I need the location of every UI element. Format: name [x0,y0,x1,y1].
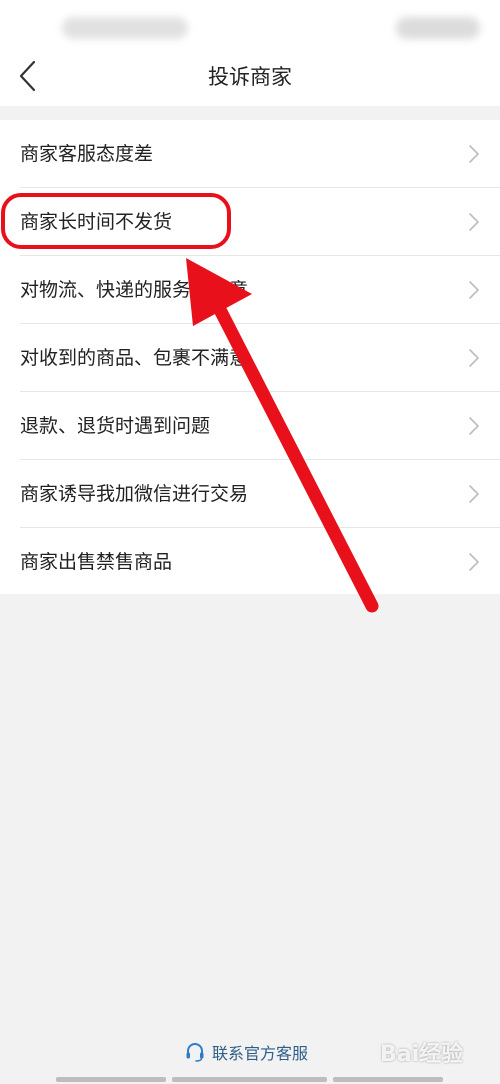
contact-customer-service-link[interactable]: 联系官方客服 [184,1038,308,1066]
home-indicator-segment [172,1077,327,1082]
chevron-right-icon [469,145,479,163]
complaint-options-list: 商家客服态度差 商家长时间不发货 对物流、快递的服务不满意 对收到的商品、包裹不… [0,120,500,594]
chevron-right-icon [469,281,479,299]
back-button[interactable] [12,56,52,96]
status-bar-blurred-right [396,17,480,39]
list-item-label: 商家出售禁售商品 [20,551,173,573]
list-item-prohibited-goods[interactable]: 商家出售禁售商品 [0,528,500,596]
navigation-bar: 投诉商家 [0,48,500,106]
list-item-label: 对物流、快递的服务不满意 [20,279,249,301]
list-item-label: 退款、退货时遇到问题 [20,415,211,437]
watermark: Bai经验 [380,1030,500,1070]
page-title: 投诉商家 [208,65,292,89]
list-item-delayed-shipping[interactable]: 商家长时间不发货 [0,188,500,256]
watermark-text: Bai经验 [380,1042,464,1067]
list-item-logistics-unsatisfied[interactable]: 对物流、快递的服务不满意 [0,256,500,324]
list-item-rude-service[interactable]: 商家客服态度差 [0,120,500,188]
list-item-label: 对收到的商品、包裹不满意 [20,347,249,369]
home-indicator-segment [333,1077,443,1082]
status-bar [0,0,500,48]
list-item-label: 商家长时间不发货 [20,211,173,233]
status-bar-blurred-left [62,17,188,39]
headset-icon [186,1043,204,1062]
list-item-wechat-inducement[interactable]: 商家诱导我加微信进行交易 [0,460,500,528]
chevron-right-icon [469,213,479,231]
chevron-left-icon [19,60,36,92]
list-item-label: 商家诱导我加微信进行交易 [20,483,249,505]
chevron-right-icon [469,553,479,571]
chevron-right-icon [469,485,479,503]
list-item-refund-problem[interactable]: 退款、退货时遇到问题 [0,392,500,460]
list-item-label: 商家客服态度差 [20,143,154,165]
home-indicator-segment [56,1077,166,1082]
list-item-goods-unsatisfied[interactable]: 对收到的商品、包裹不满意 [0,324,500,392]
chevron-right-icon [469,349,479,367]
contact-customer-service-label: 联系官方客服 [212,1044,309,1063]
chevron-right-icon [469,417,479,435]
